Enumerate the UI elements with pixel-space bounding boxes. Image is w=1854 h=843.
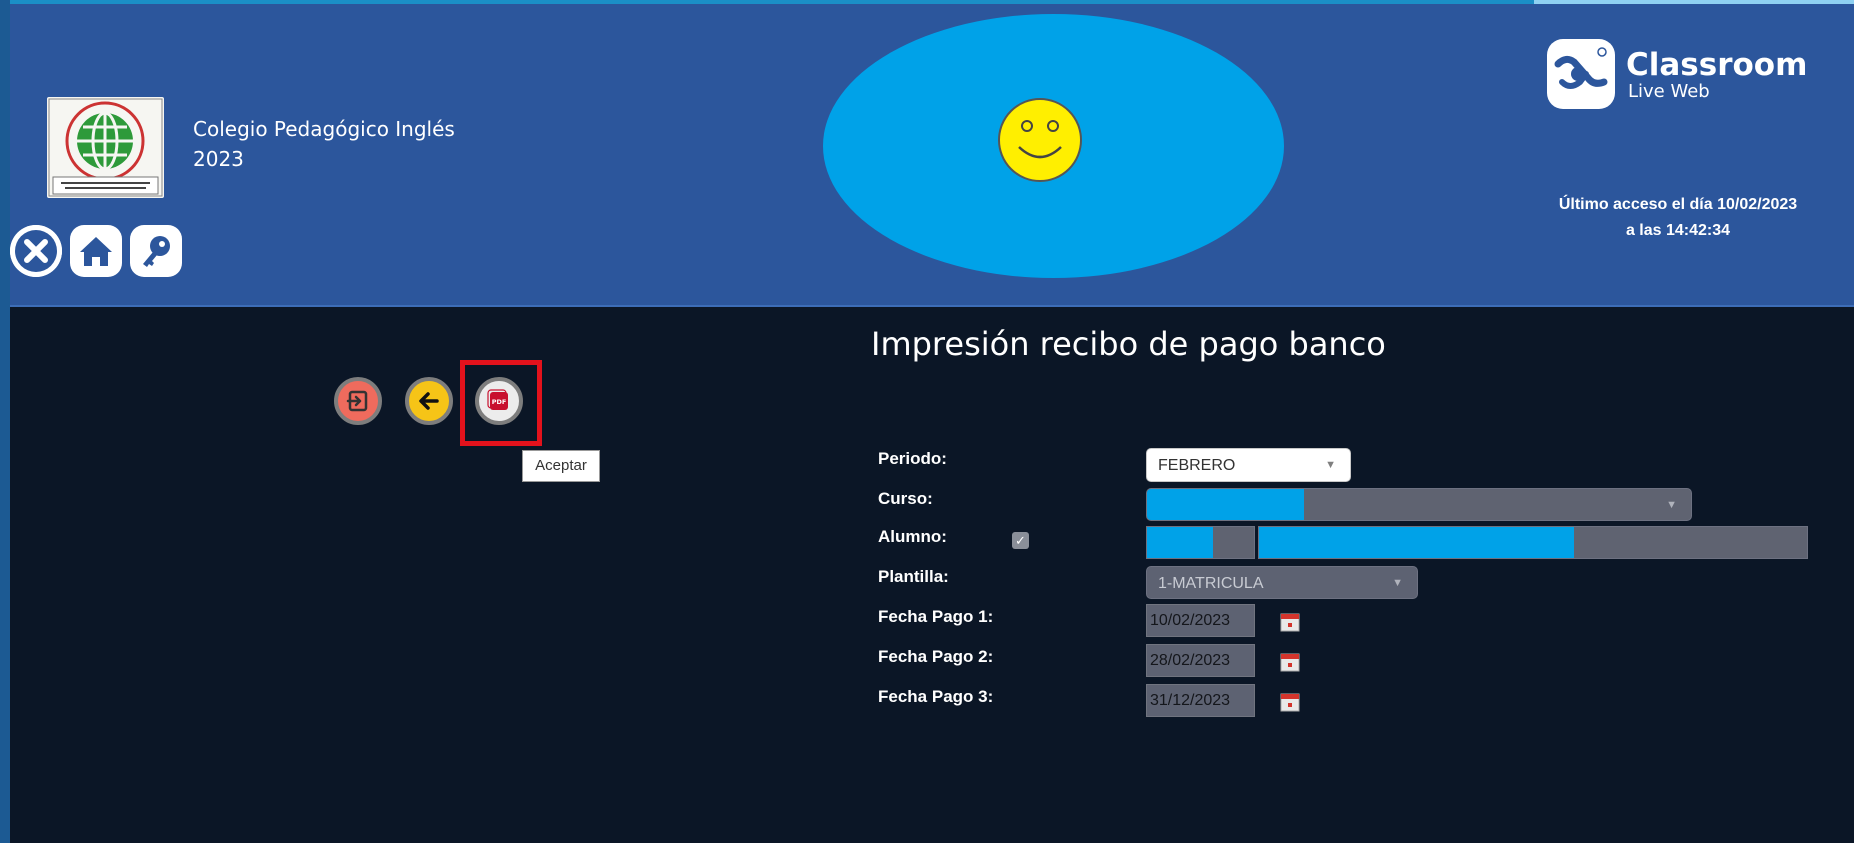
school-name-block: Colegio Pedagógico Inglés 2023: [193, 114, 455, 174]
fecha-pago-3-label: Fecha Pago 3:: [878, 687, 994, 706]
periodo-label: Periodo:: [878, 449, 947, 468]
key-button[interactable]: [130, 225, 182, 277]
school-name: Colegio Pedagógico Inglés: [193, 117, 455, 141]
fecha-pago-2-label: Fecha Pago 2:: [878, 647, 994, 666]
window-left-edge: [0, 0, 10, 843]
close-button[interactable]: [10, 225, 62, 277]
chevron-down-icon: ▼: [1392, 577, 1403, 589]
smiley-icon: [998, 98, 1082, 182]
alumno-name-field[interactable]: [1258, 526, 1808, 559]
fecha-pago-1-input[interactable]: 10/02/2023: [1146, 604, 1255, 637]
plantilla-select[interactable]: 1-MATRICULA ▼: [1146, 566, 1418, 599]
alumno-label: Alumno:: [878, 527, 947, 546]
alumno-checkbox[interactable]: ✓: [1012, 532, 1029, 549]
calendar-icon[interactable]: [1280, 612, 1300, 632]
curso-select[interactable]: ▼: [1146, 488, 1692, 521]
brand-subtitle: Live Web: [1628, 81, 1710, 102]
fecha-pago-2-input[interactable]: 28/02/2023: [1146, 644, 1255, 677]
back-arrow-icon: [419, 392, 439, 410]
fecha-pago-1-label: Fecha Pago 1:: [878, 607, 994, 626]
plantilla-label: Plantilla:: [878, 567, 949, 586]
periodo-value: FEBRERO: [1158, 457, 1236, 474]
calendar-icon[interactable]: [1280, 692, 1300, 712]
home-icon: [80, 237, 112, 266]
alumno-code-field[interactable]: [1146, 526, 1255, 559]
chevron-down-icon: ▼: [1325, 459, 1336, 471]
accept-tooltip: Aceptar: [522, 450, 600, 482]
plantilla-value: 1-MATRICULA: [1158, 575, 1264, 592]
alumno-name-redacted: [1259, 527, 1574, 558]
chevron-down-icon: ▼: [1666, 499, 1677, 511]
calendar-icon[interactable]: [1280, 652, 1300, 672]
home-button[interactable]: [70, 225, 122, 277]
back-button[interactable]: [405, 377, 453, 425]
classroom-logo-icon: [1547, 39, 1615, 109]
school-logo: [47, 97, 164, 198]
fecha-pago-3-input[interactable]: 31/12/2023: [1146, 684, 1255, 717]
last-access-info: Último acceso el día 10/02/2023 a las 14…: [1528, 192, 1828, 244]
school-year: 2023: [193, 147, 244, 171]
header-divider: [10, 305, 1854, 307]
last-access-time: a las 14:42:34: [1625, 222, 1731, 239]
curso-label: Curso:: [878, 489, 933, 508]
curso-value-redacted: [1147, 489, 1304, 520]
close-icon: [10, 225, 62, 277]
last-access-date: Último acceso el día 10/02/2023: [1558, 196, 1798, 213]
alumno-code-redacted: [1147, 527, 1213, 558]
key-icon: [143, 236, 170, 267]
brand-title: Classroom: [1626, 47, 1808, 83]
pdf-button-highlight: [460, 360, 542, 446]
page-title: Impresión recibo de pago banco: [871, 325, 1386, 363]
header-nav: [10, 225, 182, 277]
exit-button[interactable]: [334, 377, 382, 425]
exit-icon: [346, 390, 368, 412]
periodo-select[interactable]: FEBRERO ▼: [1146, 448, 1351, 482]
